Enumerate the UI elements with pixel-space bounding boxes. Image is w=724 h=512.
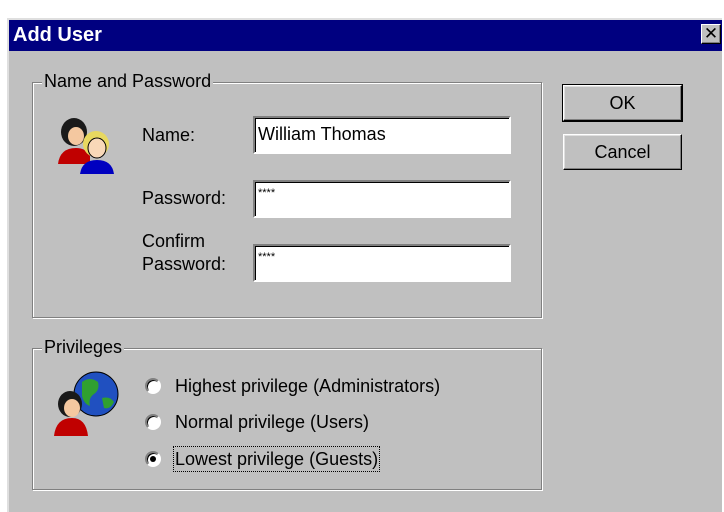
radio-highest-privilege[interactable]	[145, 378, 161, 394]
close-icon: ✕	[703, 24, 719, 43]
name-password-legend: Name and Password	[42, 71, 214, 91]
confirm-label-line1: Confirm	[142, 231, 206, 251]
privileges-legend: Privileges	[42, 337, 125, 357]
password-label: Password:	[142, 188, 227, 208]
radio-normal-privilege[interactable]	[145, 414, 161, 430]
dialog-title: Add User	[13, 24, 102, 46]
confirm-password-field[interactable]: ****	[253, 244, 511, 282]
ok-button[interactable]: OK	[562, 84, 683, 122]
radio-lowest-privilege[interactable]	[145, 451, 161, 467]
confirm-label-line2: Password:	[142, 254, 227, 274]
globe-user-icon	[54, 371, 119, 436]
title-bar[interactable]: Add User ✕	[9, 20, 722, 51]
password-field[interactable]: ****	[253, 180, 511, 218]
radio-label-lowest[interactable]: Lowest privilege (Guests)	[172, 446, 381, 472]
name-field[interactable]: William Thomas	[253, 116, 511, 154]
cancel-button[interactable]: Cancel	[563, 134, 682, 170]
users-icon	[58, 118, 114, 174]
name-label: Name:	[142, 125, 196, 145]
radio-label-normal[interactable]: Normal privilege (Users)	[175, 411, 369, 433]
radio-label-highest[interactable]: Highest privilege (Administrators)	[175, 375, 440, 397]
radio-selected-dot	[150, 456, 156, 462]
close-button[interactable]: ✕	[701, 24, 721, 44]
